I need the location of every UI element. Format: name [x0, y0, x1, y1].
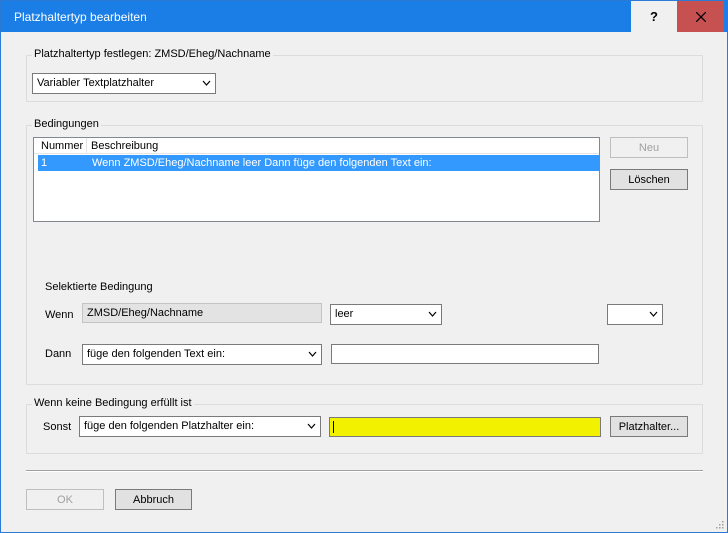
cancel-button[interactable]: Abbruch: [115, 489, 192, 510]
title-bar[interactable]: Platzhaltertyp bearbeiten ?: [1, 1, 727, 32]
delete-button[interactable]: Löschen: [610, 169, 688, 190]
if-label: Wenn: [45, 309, 74, 321]
if-operator-select[interactable]: leer: [330, 304, 442, 325]
then-text-input[interactable]: [331, 344, 599, 364]
text-cursor: [333, 421, 334, 433]
window-title: Platzhaltertyp bearbeiten: [14, 10, 147, 24]
else-label: Sonst: [43, 421, 72, 433]
chevron-down-icon: [307, 423, 316, 429]
if-field: ZMSD/Eheg/Nachname: [82, 303, 322, 323]
conditions-group-label: Bedingungen: [32, 118, 101, 130]
dialog-window: Platzhaltertyp bearbeiten ? Platzhaltert…: [0, 0, 728, 533]
column-header-number[interactable]: Nummer: [41, 140, 83, 152]
else-placeholder-input[interactable]: [329, 417, 601, 437]
chevron-down-icon: [202, 80, 211, 86]
chevron-down-icon: [649, 311, 658, 317]
type-select[interactable]: Variabler Textplatzhalter: [32, 73, 216, 94]
type-select-value: Variabler Textplatzhalter: [37, 77, 154, 89]
chevron-down-icon: [428, 311, 437, 317]
conditions-list[interactable]: Nummer Beschreibung 1 Wenn ZMSD/Eheg/Nac…: [33, 137, 600, 222]
then-action-value: füge den folgenden Text ein:: [87, 348, 226, 360]
placeholder-button[interactable]: Platzhalter...: [610, 416, 688, 437]
then-label: Dann: [45, 348, 72, 360]
if-value-select[interactable]: [607, 304, 663, 325]
if-operator-value: leer: [335, 308, 354, 320]
row-number: 1: [41, 157, 48, 169]
row-description: Wenn ZMSD/Eheg/Nachname leer Dann füge d…: [92, 157, 432, 169]
column-header-description[interactable]: Beschreibung: [91, 140, 158, 152]
resize-grip-icon[interactable]: [714, 519, 724, 529]
type-group-label: Platzhaltertyp festlegen: ZMSD/Eheg/Nach…: [32, 48, 273, 60]
else-group-label: Wenn keine Bedingung erfüllt ist: [32, 397, 194, 409]
ok-button[interactable]: OK: [26, 489, 104, 510]
help-button[interactable]: ?: [630, 1, 677, 32]
close-button[interactable]: [677, 1, 724, 32]
else-action-select[interactable]: füge den folgenden Platzhalter ein:: [79, 416, 321, 437]
footer-separator: [26, 470, 703, 472]
then-action-select[interactable]: füge den folgenden Text ein:: [82, 344, 322, 365]
table-row[interactable]: 1 Wenn ZMSD/Eheg/Nachname leer Dann füge…: [38, 155, 600, 171]
if-field-value: ZMSD/Eheg/Nachname: [87, 307, 204, 319]
chevron-down-icon: [308, 351, 317, 357]
close-icon: [695, 11, 706, 22]
selected-condition-label: Selektierte Bedingung: [45, 281, 153, 293]
help-icon: ?: [650, 9, 658, 24]
list-header: Nummer Beschreibung: [34, 138, 599, 154]
else-action-value: füge den folgenden Platzhalter ein:: [84, 420, 255, 432]
new-button[interactable]: Neu: [610, 137, 688, 158]
